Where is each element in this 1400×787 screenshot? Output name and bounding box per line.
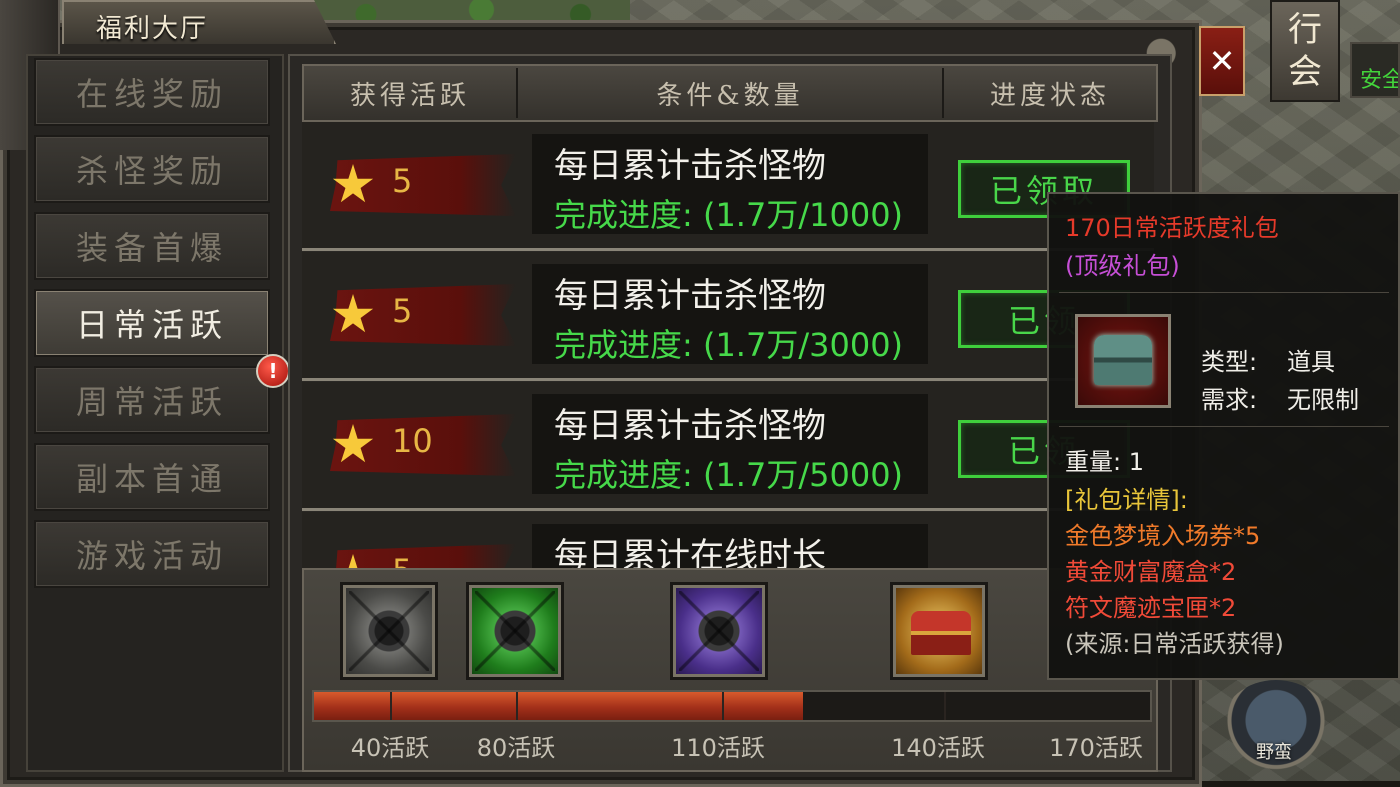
chest-140-icon[interactable] — [890, 582, 988, 680]
tooltip-details-title: [礼包详情]: — [1065, 486, 1188, 514]
milestone-label: 110活跃 — [671, 734, 765, 762]
activity-points: 5 — [392, 292, 413, 330]
milestone-label: 170活跃 — [1049, 734, 1143, 762]
reward-banner — [330, 544, 516, 568]
tooltip-detail-item: 黄金财富魔盒*2 — [1065, 558, 1237, 586]
header-status: 进度状态 — [989, 80, 1110, 111]
sidebar-tab[interactable]: 在线奖励 — [34, 58, 270, 126]
chest-40-icon[interactable] — [340, 582, 438, 680]
condition-box: 每日累计击杀怪物完成进度: (1.7万/5000) — [532, 394, 928, 494]
milestone-label: 140活跃 — [891, 734, 985, 762]
tooltip-req-value: 无限制 — [1287, 386, 1359, 414]
condition-box: 每日累计在线时长 — [532, 524, 928, 568]
guild-label-top: 行 — [1288, 10, 1322, 50]
guild-button[interactable]: 行 会 — [1270, 0, 1340, 102]
milestone-label: 80活跃 — [476, 734, 556, 762]
chest-80-icon[interactable] — [466, 582, 564, 680]
tooltip-detail-item: 金色梦境入场券*5 — [1065, 522, 1261, 550]
task-row: 5 每日累计击杀怪物 完成进度: (1.7万/3000) 已领 — [302, 252, 1154, 381]
condition-title: 每日累计在线时长 — [554, 536, 826, 568]
condition-title: 每日累计击杀怪物 — [554, 406, 826, 446]
sidebar-tab[interactable]: 游戏活动 — [34, 520, 270, 588]
guild-label-bottom: 会 — [1288, 52, 1322, 92]
tooltip-req-label: 需求: — [1201, 386, 1258, 414]
table-header: 获得活跃 条件&数量 进度状态 — [302, 64, 1158, 122]
task-row: 10 每日累计击杀怪物 完成进度: (1.7万/5000) 已领 — [302, 382, 1154, 511]
header-condition: 条件&数量 — [656, 80, 804, 111]
bar-segment-divider — [944, 692, 946, 720]
tooltip-item-name: 170日常活跃度礼包 — [1065, 214, 1279, 242]
tooltip-type-label: 类型: — [1201, 348, 1258, 376]
activity-progress-fill — [314, 692, 804, 720]
milestone-label: 40活跃 — [350, 734, 430, 762]
sidebar-tab[interactable]: 杀怪奖励 — [34, 135, 270, 203]
condition-title: 每日累计击杀怪物 — [554, 276, 826, 316]
header-points: 获得活跃 — [349, 80, 470, 111]
bar-segment-divider — [722, 692, 724, 720]
bar-segment-divider — [390, 692, 392, 720]
condition-box: 每日累计击杀怪物完成进度: (1.7万/1000) — [532, 134, 928, 234]
tooltip-type-value: 道具 — [1287, 348, 1335, 376]
safe-zone-indicator: 安全 — [1350, 42, 1400, 98]
item-tooltip: 170日常活跃度礼包 (顶级礼包) 类型: 道具 需求: 无限制 重量: 1 [… — [1047, 192, 1400, 680]
tooltip-detail-item: 符文魔迹宝匣*2 — [1065, 594, 1237, 622]
sidebar-tab[interactable]: 周常活跃 — [34, 366, 270, 434]
alert-badge: ! — [256, 354, 290, 388]
tooltip-weight: 重量: 1 — [1065, 448, 1144, 476]
activity-points: 5 — [392, 162, 413, 200]
treasure-chest-icon — [1075, 314, 1171, 408]
condition-progress: 完成进度: (1.7万/1000) — [554, 196, 904, 234]
close-button[interactable]: ✕ — [1199, 26, 1245, 96]
condition-progress: 完成进度: (1.7万/3000) — [554, 326, 904, 364]
tooltip-item-grade: (顶级礼包) — [1065, 252, 1180, 280]
activity-points: 10 — [392, 422, 433, 460]
task-row: 5 每日累计击杀怪物 完成进度: (1.7万/1000) 已领取 — [302, 122, 1154, 251]
window-title: 福利大厅 — [96, 14, 209, 44]
condition-title: 每日累计击杀怪物 — [554, 146, 826, 186]
task-row: 5 每日累计在线时长 — [302, 512, 1154, 568]
sidebar-tab[interactable]: 装备首爆 — [34, 212, 270, 280]
tooltip-divider — [1059, 292, 1389, 293]
skill-label: 野蛮 — [1256, 742, 1292, 763]
condition-box: 每日累计击杀怪物完成进度: (1.7万/3000) — [532, 264, 928, 364]
bar-segment-divider — [516, 692, 518, 720]
sidebar-tab[interactable]: 日常活跃 — [34, 289, 270, 357]
activity-progress-bar — [312, 690, 1152, 722]
chest-110-icon[interactable] — [670, 582, 768, 680]
tooltip-source: (来源:日常活跃获得) — [1065, 630, 1284, 658]
activity-progress-panel: 40活跃 80活跃 110活跃 140活跃 170活跃 — [302, 568, 1158, 772]
tooltip-divider — [1059, 426, 1389, 427]
sidebar-tab[interactable]: 副本首通 — [34, 443, 270, 511]
activity-points: 5 — [392, 552, 412, 568]
condition-progress: 完成进度: (1.7万/5000) — [554, 456, 904, 494]
